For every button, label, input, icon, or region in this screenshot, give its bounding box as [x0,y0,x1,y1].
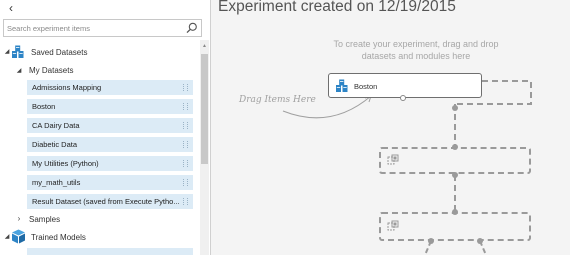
model-item[interactable] [27,248,193,255]
palette-scrollbar[interactable]: ▲ [200,40,209,255]
dataset-item-label: Admissions Mapping [32,83,102,92]
dataset-item-label: my_math_utils [32,178,81,187]
tree-label: Saved Datasets [31,48,88,57]
dataset-item[interactable]: Diabetic Data [27,137,193,152]
dataset-item-label: Result Dataset (saved from Execute Pytho… [32,197,180,206]
drag-handle-icon[interactable] [183,84,188,91]
dataset-item[interactable]: Boston [27,99,193,114]
dataset-item[interactable]: My Utilities (Python) [27,156,193,171]
dataset-item[interactable]: Result Dataset (saved from Execute Pytho… [27,194,193,209]
dataset-item-label: Boston [32,102,56,111]
tree-node-saved-datasets[interactable]: ◢ Saved Datasets [0,44,200,60]
dataset-item-label: Diabetic Data [32,140,78,149]
dataset-item[interactable]: CA Dairy Data [27,118,193,133]
tree-node-my-datasets[interactable]: ◢ My Datasets [0,62,200,78]
caret-expanded-icon[interactable]: ◢ [3,48,11,56]
output-port[interactable] [400,95,406,101]
caret-expanded-icon[interactable]: ◢ [15,67,23,75]
dataset-item-label: CA Dairy Data [32,121,80,130]
tree-label: Samples [29,215,61,224]
drag-handle-icon[interactable] [183,160,188,167]
drag-handle-icon[interactable] [183,179,188,186]
drag-handle-icon[interactable] [183,122,188,129]
module-palette: ‹ ◢ Saved Datasets ◢ My Datasets Admissi… [0,0,211,255]
module-placeholder [379,212,531,241]
dataset-icon [336,79,348,92]
search-icon[interactable] [186,22,198,34]
tree-node-trained-models[interactable]: ◢ Trained Models [0,229,200,245]
search-box [3,19,202,37]
search-input[interactable] [7,20,182,36]
tree-label: Trained Models [31,233,86,242]
caret-expanded-icon[interactable]: ◢ [3,233,11,241]
scrollbar-thumb[interactable] [201,54,208,164]
drag-handle-icon[interactable] [183,141,188,148]
drag-handle-icon[interactable] [183,103,188,110]
collapse-palette-button[interactable]: ‹ [4,1,18,15]
node-label: Boston [354,82,378,91]
dataset-node-boston[interactable]: Boston [328,73,482,101]
tree-node-samples[interactable]: › Samples [0,211,200,227]
dataset-item[interactable]: Admissions Mapping [27,80,193,95]
dataset-item[interactable]: my_math_utils [27,175,193,190]
caret-collapsed-icon[interactable]: › [15,215,23,223]
experiment-canvas[interactable]: Experiment created on 12/19/2015 To crea… [211,0,570,255]
module-placeholder-icon [387,220,399,231]
tree-label: My Datasets [29,66,74,75]
dataset-item-label: My Utilities (Python) [32,159,99,168]
drag-items-label: Drag Items Here [239,95,316,105]
dataset-icon [12,45,24,58]
trained-model-icon [12,229,25,244]
scroll-up-icon[interactable]: ▲ [201,43,208,50]
module-placeholder-icon [387,154,399,165]
drag-handle-icon[interactable] [183,198,188,205]
module-placeholder [379,147,531,174]
